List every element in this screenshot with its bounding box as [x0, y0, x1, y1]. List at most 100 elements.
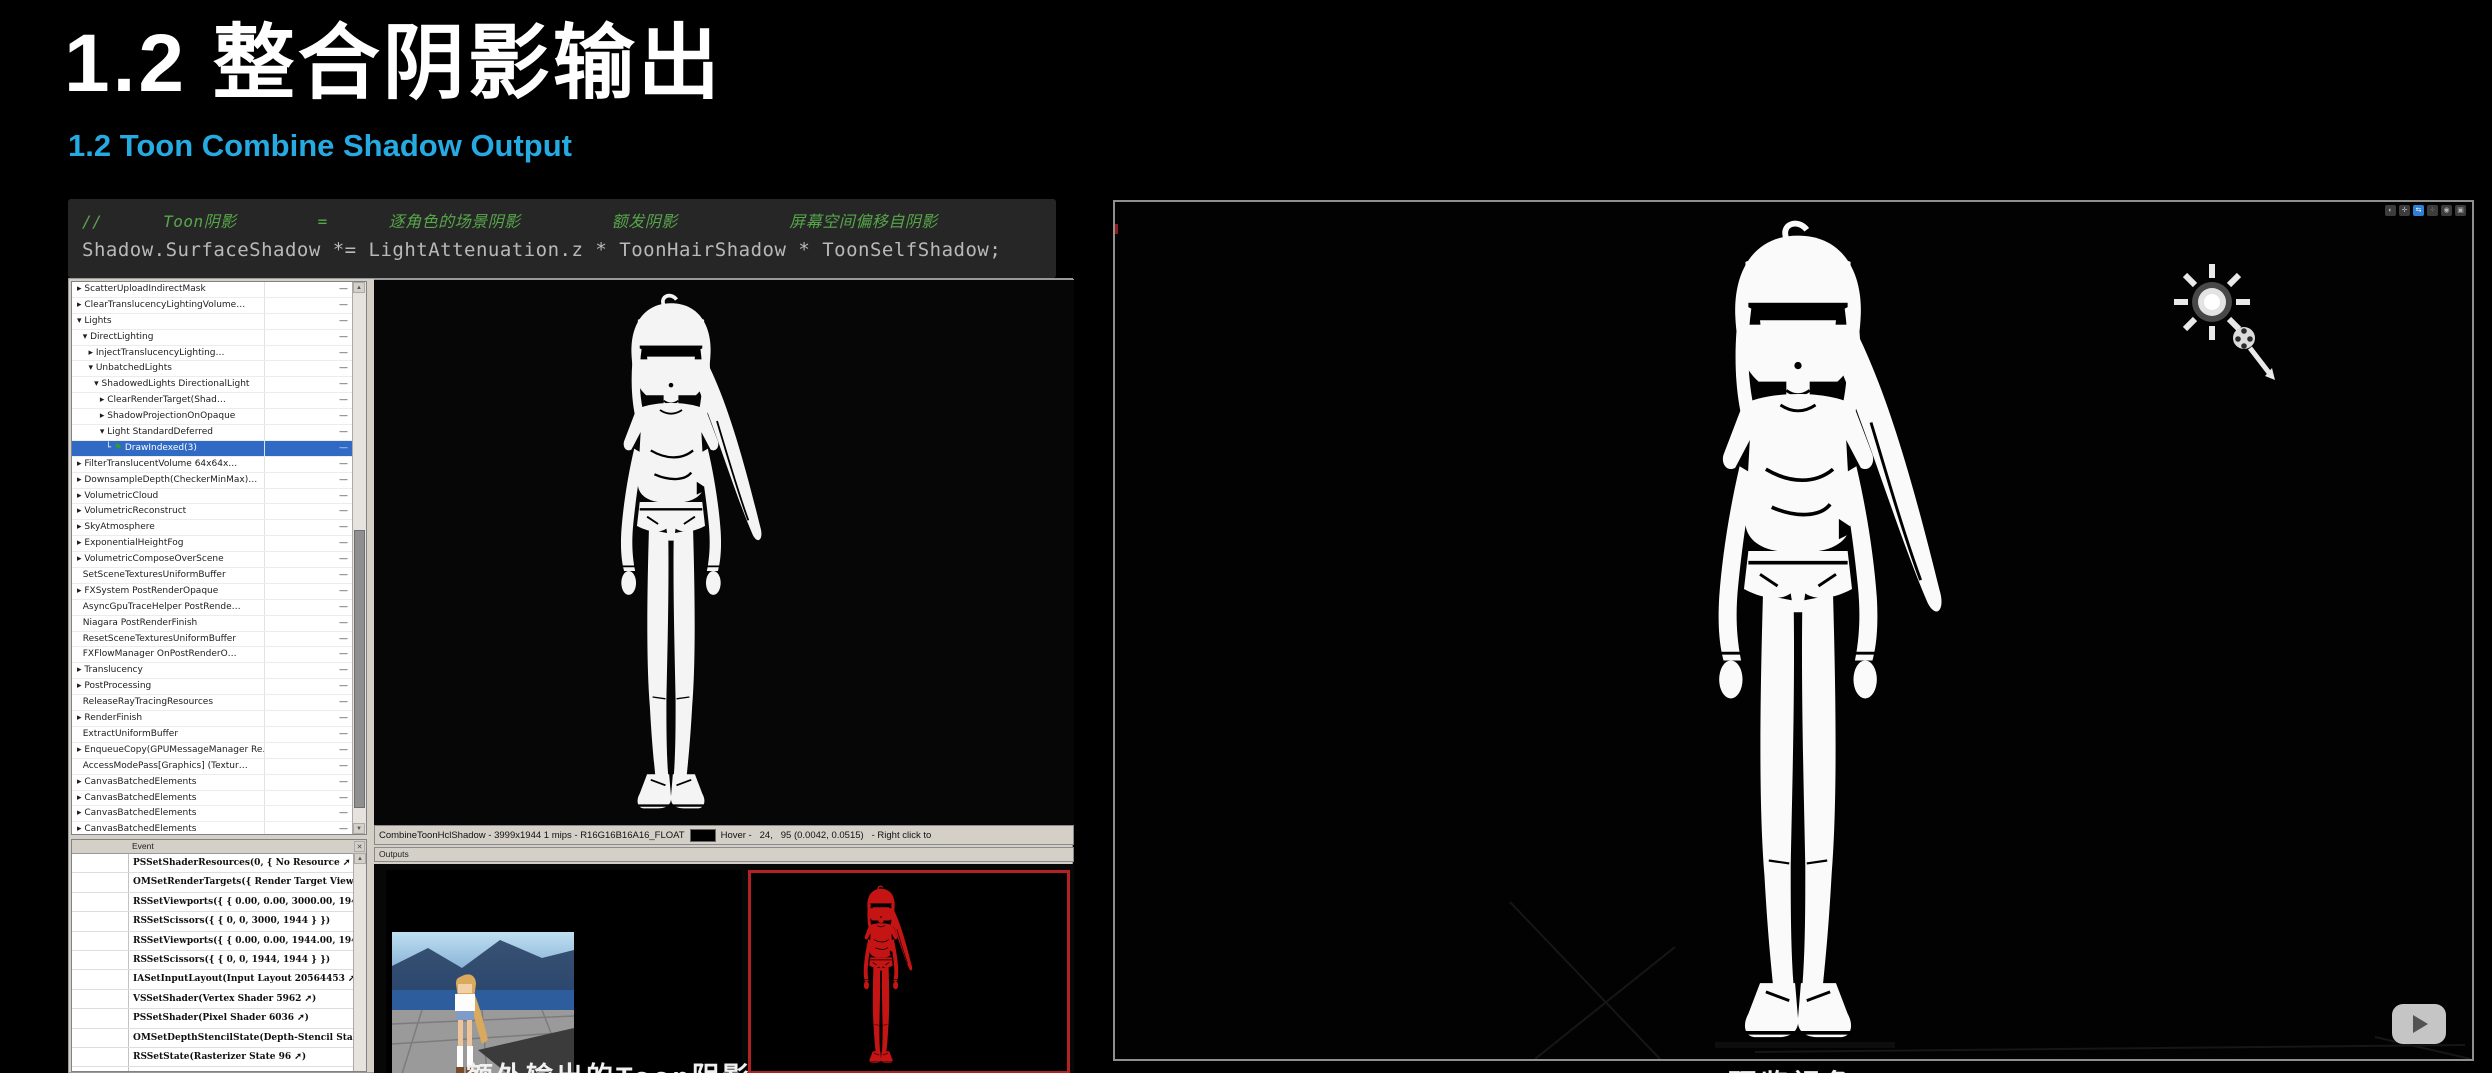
event-row[interactable]: PSSetShaderResources(0, { No Resource ➚: [72, 854, 366, 873]
outputs-header: Outputs: [374, 847, 1074, 862]
event-row[interactable]: RSSetScissors({ { 0, 0, 3000, 1944 } }): [72, 912, 366, 931]
page-title: 1.2 整合阴影输出: [64, 0, 723, 115]
event-row-gutter: [72, 1067, 129, 1072]
event-browser-rows-top: ▸ ScatterUploadIndirectMask— ▸ ClearTran…: [72, 282, 366, 441]
panel-icon[interactable]: ▣: [2455, 205, 2466, 216]
tree-row[interactable]: AsyncGpuTraceHelper PostRende…—: [72, 600, 366, 616]
tree-row[interactable]: ▸ CanvasBatchedElements—: [72, 822, 366, 835]
slide-root: 1.2 整合阴影输出 1.2 Toon Combine Shadow Outpu…: [0, 0, 2492, 1073]
event-row[interactable]: RSSetViewports({ { 0.00, 0.00, 3000.00, …: [72, 893, 366, 912]
tree-row[interactable]: ▸ ShadowProjectionOnOpaque—: [72, 409, 366, 425]
event-row-gutter: [72, 1029, 129, 1047]
tree-row[interactable]: ▸ CanvasBatchedElements—: [72, 791, 366, 807]
tree-row[interactable]: ▸ FilterTranslucentVolume 64x64x…—: [72, 457, 366, 473]
tree-row[interactable]: ReleaseRayTracingResources—: [72, 695, 366, 711]
tree-row[interactable]: ▸ SkyAtmosphere—: [72, 520, 366, 536]
youtube-logo-icon[interactable]: [2392, 1004, 2446, 1044]
texture-viewer: CombineToonHclShadow - 3999x1944 1 mips …: [374, 279, 1074, 1073]
event-row-gutter: [72, 1048, 129, 1066]
event-row[interactable]: RSSetScissors({ { 0, 0, 1944, 1944 } }): [72, 951, 366, 970]
event-row[interactable]: OMSetRenderTargets({ Render Target View …: [72, 873, 366, 892]
flag-icon: ⚑: [114, 443, 122, 453]
tree-row[interactable]: ▸ RenderFinish—: [72, 711, 366, 727]
texture-canvas[interactable]: [374, 279, 1074, 825]
event-browser-panel: ▸ ScatterUploadIndirectMask— ▸ ClearTran…: [71, 281, 367, 835]
event-row[interactable]: OMSetBlendState(Blend State 300 ➚, { 1.0: [72, 1067, 366, 1072]
event-row-gutter: [72, 990, 129, 1008]
event-row[interactable]: RSSetState(Rasterizer State 96 ➚): [72, 1048, 366, 1067]
tree-row[interactable]: ▸ ClearTranslucencyLightingVolume…—: [72, 298, 366, 314]
selected-draw-call: DrawIndexed(3): [125, 443, 197, 453]
event-row-gutter: [72, 893, 129, 911]
code-statement-line: Shadow.SurfaceShadow *= LightAttenuation…: [82, 239, 1042, 261]
code-comment-line: // Toon阴影 = 逐角色的场景阴影 额发阴影 屏幕空间偏移自阴影: [82, 208, 1042, 232]
event-row[interactable]: OMSetDepthStencilState(Depth-Stencil Sta…: [72, 1029, 366, 1048]
event-row[interactable]: IASetInputLayout(Input Layout 20564453 ➚…: [72, 970, 366, 989]
tree-row[interactable]: ExtractUniformBuffer—: [72, 727, 366, 743]
stats-icon[interactable]: ⁘: [2427, 205, 2438, 216]
tree-scroll-thumb[interactable]: [354, 530, 365, 808]
output-thumbnail-scene[interactable]: [386, 870, 742, 1073]
tree-row[interactable]: ▸ InjectTranslucencyLighting…—: [72, 346, 366, 362]
api-event-panel: Event ✕ PSSetShaderResources(0, { No Res…: [71, 839, 367, 1072]
scroll-down-icon[interactable]: ▼: [353, 823, 365, 834]
tree-row[interactable]: ▸ VolumetricReconstruct—: [72, 504, 366, 520]
tree-row[interactable]: ▾ DirectLighting—: [72, 330, 366, 346]
editor-viewport[interactable]: ◐ ✛ ⇆ ⁘ ◉ ▣: [1113, 200, 2474, 1061]
tree-row[interactable]: ▾ Light StandardDeferred—: [72, 425, 366, 441]
capture-icon[interactable]: ◉: [2441, 205, 2452, 216]
close-icon[interactable]: ✕: [354, 841, 365, 852]
page-subtitle: 1.2 Toon Combine Shadow Output: [68, 128, 572, 164]
directional-light-gizmo[interactable]: [2172, 262, 2292, 392]
visibility-icon[interactable]: ◐: [2385, 205, 2396, 216]
event-scrollbar[interactable]: ▲: [353, 853, 366, 1071]
tree-scrollbar[interactable]: ▲ ▼: [352, 282, 366, 834]
tree-row[interactable]: FXFlowManager OnPostRenderO…—: [72, 647, 366, 663]
tree-row[interactable]: ▸ FXSystem PostRenderOpaque—: [72, 584, 366, 600]
tree-row[interactable]: AccessModePass[Graphics] (Textur…—: [72, 759, 366, 775]
texture-info: CombineToonHclShadow - 3999x1944 1 mips …: [379, 830, 685, 841]
event-row[interactable]: VSSetShader(Vertex Shader 5962 ➚): [72, 990, 366, 1009]
tree-row[interactable]: ▸ VolumetricComposeOverScene—: [72, 552, 366, 568]
tree-row[interactable]: ▸ VolumetricCloud—: [72, 489, 366, 505]
tree-row[interactable]: ▸ EnqueueCopy(GPUMessageManager Re…—: [72, 743, 366, 759]
renderdoc-window: ▸ ScatterUploadIndirectMask— ▸ ClearTran…: [68, 278, 1073, 1073]
tree-row[interactable]: ▸ CanvasBatchedElements—: [72, 806, 366, 822]
event-list-rows: PSSetShaderResources(0, { No Resource ➚ …: [72, 854, 366, 1072]
event-row[interactable]: RSSetViewports({ { 0.00, 0.00, 1944.00, …: [72, 932, 366, 951]
scroll-up-icon[interactable]: ▲: [353, 282, 365, 293]
event-row-gutter: [72, 932, 129, 950]
event-row[interactable]: PSSetShader(Pixel Shader 6036 ➚): [72, 1009, 366, 1028]
event-row-gutter: [72, 1009, 129, 1027]
sync-icon[interactable]: ⇆: [2413, 205, 2424, 216]
tree-row[interactable]: ▸ ScatterUploadIndirectMask—: [72, 282, 366, 298]
tree-row[interactable]: ResetSceneTexturesUniformBuffer—: [72, 632, 366, 648]
event-row-gutter: [72, 951, 129, 969]
tree-row[interactable]: ▸ ExponentialHeightFog—: [72, 536, 366, 552]
toon-shadow-render-middle: [579, 292, 763, 826]
tree-row[interactable]: ▾ Lights—: [72, 314, 366, 330]
event-browser-rows-bottom: ▸ FilterTranslucentVolume 64x64x…— ▸ Dow…: [72, 457, 366, 835]
tree-row[interactable]: ▾ ShadowedLights DirectionalLight—: [72, 377, 366, 393]
picked-color-swatch: [690, 829, 716, 842]
event-row-gutter: [72, 854, 129, 872]
code-snippet: // Toon阴影 = 逐角色的场景阴影 额发阴影 屏幕空间偏移自阴影 Shad…: [68, 199, 1056, 278]
texture-status-bar: CombineToonHclShadow - 3999x1944 1 mips …: [374, 825, 1074, 845]
tree-row[interactable]: ▸ CanvasBatchedElements—: [72, 775, 366, 791]
shadow-mask-preview: [849, 885, 913, 1069]
tree-row[interactable]: ▸ ClearRenderTarget(Shad…—: [72, 393, 366, 409]
outputs-caption: 额外输出的Toon阴影: [466, 1055, 752, 1073]
tree-row[interactable]: ▸ PostProcessing—: [72, 679, 366, 695]
viewport-caption: 预览视角: [1728, 1063, 1856, 1073]
tree-row[interactable]: SetSceneTexturesUniformBuffer—: [72, 568, 366, 584]
scene-color-preview: [392, 932, 574, 1073]
tree-row-selected[interactable]: └ ⚑ DrawIndexed(3) —: [72, 441, 366, 457]
transform-icon[interactable]: ✛: [2399, 205, 2410, 216]
tree-row[interactable]: ▾ UnbatchedLights—: [72, 361, 366, 377]
tree-row[interactable]: Niagara PostRenderFinish—: [72, 616, 366, 632]
scroll-up-icon[interactable]: ▲: [354, 853, 366, 864]
output-thumbnail-shadow-mask[interactable]: [748, 870, 1070, 1073]
event-list-header: Event ✕: [72, 840, 366, 854]
tree-row[interactable]: ▸ DownsampleDepth(CheckerMinMax)…—: [72, 473, 366, 489]
tree-row[interactable]: ▸ Translucency—: [72, 663, 366, 679]
